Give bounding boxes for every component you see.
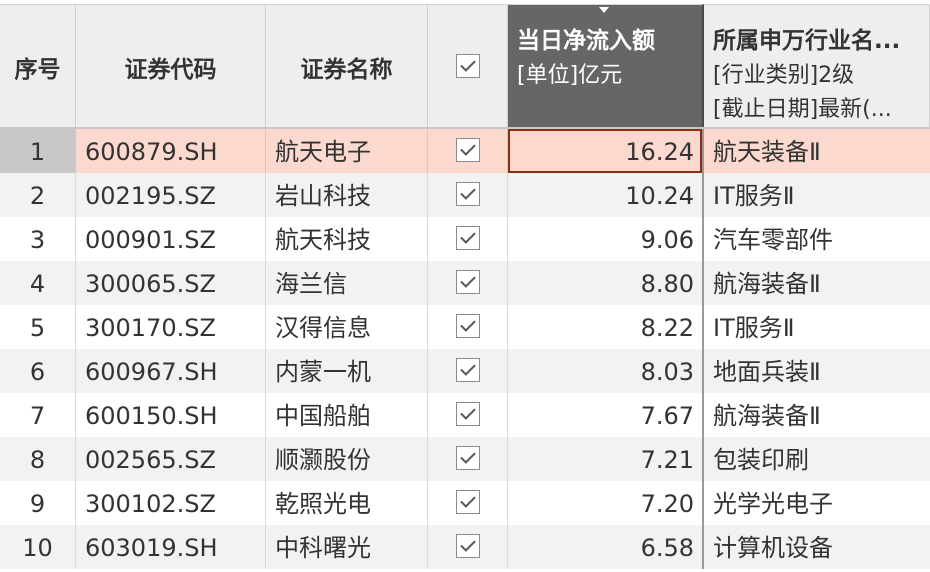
table-header: 序号 证券代码 证券名称 当日净流入额 [单位]亿元 所属申万行业名... [行… xyxy=(0,4,930,128)
row-checkbox[interactable] xyxy=(456,490,480,514)
table-row[interactable]: 5 300170.SZ 汉得信息 8.22 IT服务Ⅱ xyxy=(0,305,930,349)
security-name[interactable]: 中国船舶 xyxy=(266,393,428,437)
row-index[interactable]: 10 xyxy=(0,525,76,569)
header-industry[interactable]: 所属申万行业名... [行业类别]2级 [截止日期]最新(... xyxy=(704,4,930,128)
table-row[interactable]: 9 300102.SZ 乾照光电 7.20 光学光电子 xyxy=(0,481,930,525)
row-checkbox[interactable] xyxy=(456,534,480,558)
security-code[interactable]: 600879.SH xyxy=(76,129,266,173)
row-checkbox[interactable] xyxy=(456,446,480,470)
row-index[interactable]: 4 xyxy=(0,261,76,305)
security-code[interactable]: 600967.SH xyxy=(76,349,266,393)
security-name[interactable]: 海兰信 xyxy=(266,261,428,305)
row-index[interactable]: 5 xyxy=(0,305,76,349)
header-net-inflow-unit: [单位]亿元 xyxy=(517,63,623,88)
row-checkbox-cell xyxy=(428,349,508,393)
industry-name[interactable]: 航天装备Ⅱ xyxy=(704,129,930,173)
row-checkbox[interactable] xyxy=(456,182,480,206)
row-index[interactable]: 1 xyxy=(0,129,76,173)
row-index[interactable]: 9 xyxy=(0,481,76,525)
row-checkbox[interactable] xyxy=(456,138,480,162)
row-checkbox-cell xyxy=(428,217,508,261)
row-checkbox[interactable] xyxy=(456,314,480,338)
net-inflow-value[interactable]: 7.20 xyxy=(508,481,704,525)
header-index-label: 序号 xyxy=(14,56,61,83)
security-code[interactable]: 300065.SZ xyxy=(76,261,266,305)
row-checkbox-cell xyxy=(428,525,508,569)
row-checkbox[interactable] xyxy=(456,270,480,294)
table-row[interactable]: 8 002565.SZ 顺灏股份 7.21 包装印刷 xyxy=(0,437,930,481)
industry-name[interactable]: 计算机设备 xyxy=(704,525,930,569)
table-body: 1 600879.SH 航天电子 16.24 航天装备Ⅱ 2 002195.SZ 岩山科技 10… xyxy=(0,129,930,569)
row-checkbox-cell xyxy=(428,481,508,525)
row-checkbox-cell xyxy=(428,129,508,173)
header-name-label: 证券名称 xyxy=(300,56,393,83)
table-row[interactable]: 1 600879.SH 航天电子 16.24 航天装备Ⅱ xyxy=(0,129,930,173)
row-index[interactable]: 6 xyxy=(0,349,76,393)
row-checkbox-cell xyxy=(428,437,508,481)
security-code[interactable]: 300170.SZ xyxy=(76,305,266,349)
header-industry-date: [截止日期]最新(... xyxy=(713,97,892,122)
industry-name[interactable]: IT服务Ⅱ xyxy=(704,305,930,349)
table-row[interactable]: 4 300065.SZ 海兰信 8.80 航海装备Ⅱ xyxy=(0,261,930,305)
security-code[interactable]: 000901.SZ xyxy=(76,217,266,261)
security-name[interactable]: 顺灏股份 xyxy=(266,437,428,481)
security-name[interactable]: 岩山科技 xyxy=(266,173,428,217)
net-inflow-value[interactable]: 7.21 xyxy=(508,437,704,481)
security-code[interactable]: 300102.SZ xyxy=(76,481,266,525)
row-checkbox-cell xyxy=(428,173,508,217)
table-row[interactable]: 7 600150.SH 中国船舶 7.67 航海装备Ⅱ xyxy=(0,393,930,437)
header-index[interactable]: 序号 xyxy=(0,4,76,128)
security-name[interactable]: 航天电子 xyxy=(266,129,428,173)
security-name[interactable]: 汉得信息 xyxy=(266,305,428,349)
net-inflow-value[interactable]: 8.80 xyxy=(508,261,704,305)
security-code[interactable]: 002195.SZ xyxy=(76,173,266,217)
security-name[interactable]: 乾照光电 xyxy=(266,481,428,525)
security-code[interactable]: 603019.SH xyxy=(76,525,266,569)
table-row[interactable]: 2 002195.SZ 岩山科技 10.24 IT服务Ⅱ xyxy=(0,173,930,217)
security-name[interactable]: 航天科技 xyxy=(266,217,428,261)
row-checkbox[interactable] xyxy=(456,402,480,426)
row-checkbox-cell xyxy=(428,393,508,437)
net-inflow-value[interactable]: 8.22 xyxy=(508,305,704,349)
net-inflow-value[interactable]: 6.58 xyxy=(508,525,704,569)
row-index[interactable]: 3 xyxy=(0,217,76,261)
row-checkbox[interactable] xyxy=(456,226,480,250)
header-industry-type: [行业类别]2级 xyxy=(713,63,855,88)
header-code[interactable]: 证券代码 xyxy=(76,4,266,128)
row-checkbox-cell xyxy=(428,305,508,349)
row-index[interactable]: 2 xyxy=(0,173,76,217)
row-index[interactable]: 8 xyxy=(0,437,76,481)
industry-name[interactable]: 地面兵装Ⅱ xyxy=(704,349,930,393)
data-grid: 序号 证券代码 证券名称 当日净流入额 [单位]亿元 所属申万行业名... [行… xyxy=(0,0,930,572)
net-inflow-value[interactable]: 7.67 xyxy=(508,393,704,437)
industry-name[interactable]: 汽车零部件 xyxy=(704,217,930,261)
industry-name[interactable]: 包装印刷 xyxy=(704,437,930,481)
header-net-inflow[interactable]: 当日净流入额 [单位]亿元 xyxy=(508,4,704,128)
security-name[interactable]: 中科曙光 xyxy=(266,525,428,569)
industry-name[interactable]: 航海装备Ⅱ xyxy=(704,393,930,437)
security-code[interactable]: 002565.SZ xyxy=(76,437,266,481)
industry-name[interactable]: IT服务Ⅱ xyxy=(704,173,930,217)
header-name[interactable]: 证券名称 xyxy=(266,4,428,128)
select-all-checkbox[interactable] xyxy=(456,54,480,78)
table-row[interactable]: 3 000901.SZ 航天科技 9.06 汽车零部件 xyxy=(0,217,930,261)
net-inflow-value[interactable]: 10.24 xyxy=(508,173,704,217)
header-industry-title: 所属申万行业名... xyxy=(713,28,901,54)
table-row[interactable]: 10 603019.SH 中科曙光 6.58 计算机设备 xyxy=(0,525,930,569)
security-code[interactable]: 600150.SH xyxy=(76,393,266,437)
sort-descending-icon xyxy=(599,7,609,13)
header-net-inflow-title: 当日净流入额 xyxy=(517,28,655,54)
net-inflow-value[interactable]: 8.03 xyxy=(508,349,704,393)
net-inflow-value[interactable]: 16.24 xyxy=(508,129,704,173)
header-select-all[interactable] xyxy=(428,4,508,128)
net-inflow-value[interactable]: 9.06 xyxy=(508,217,704,261)
header-code-label: 证券代码 xyxy=(124,56,217,83)
row-index[interactable]: 7 xyxy=(0,393,76,437)
table-row[interactable]: 6 600967.SH 内蒙一机 8.03 地面兵装Ⅱ xyxy=(0,349,930,393)
security-name[interactable]: 内蒙一机 xyxy=(266,349,428,393)
industry-name[interactable]: 航海装备Ⅱ xyxy=(704,261,930,305)
row-checkbox-cell xyxy=(428,261,508,305)
row-checkbox[interactable] xyxy=(456,358,480,382)
industry-name[interactable]: 光学光电子 xyxy=(704,481,930,525)
